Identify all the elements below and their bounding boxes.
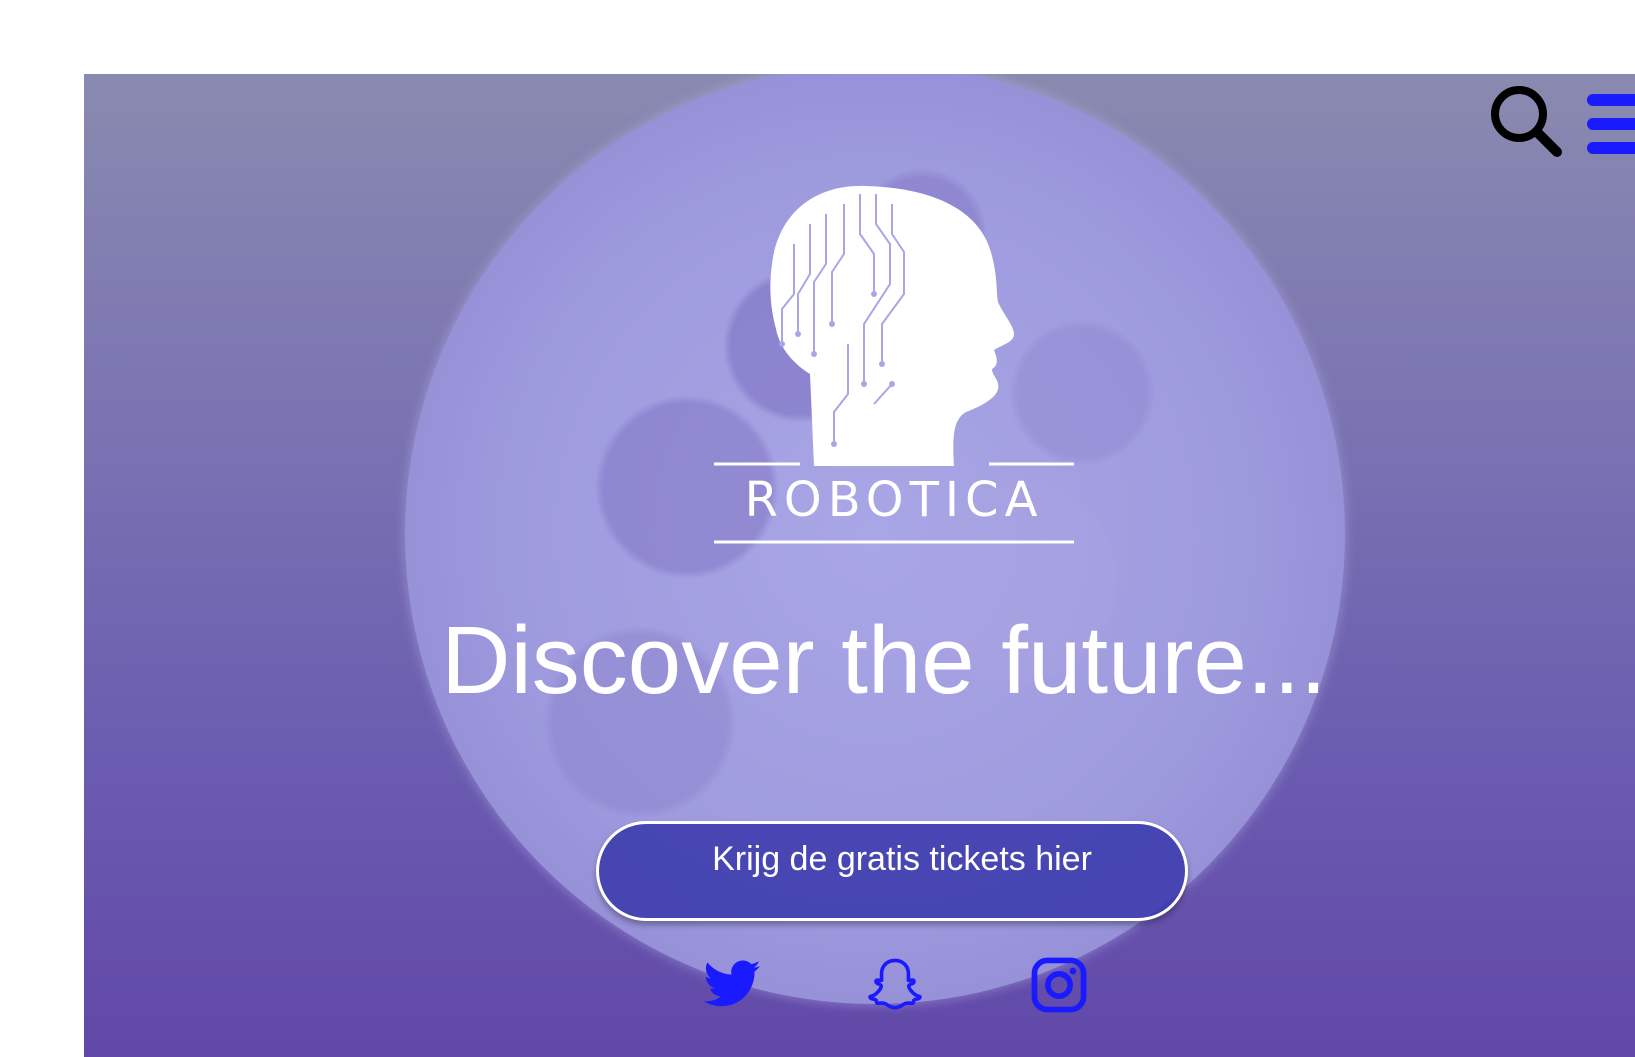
instagram-icon[interactable] (1028, 954, 1090, 1016)
search-icon[interactable] (1487, 82, 1567, 162)
brand-name: ROBOTICA (744, 472, 1044, 528)
get-tickets-button[interactable]: Krijg de gratis tickets hier (596, 821, 1188, 921)
hero-section: ROBOTICA Discover the future... Krijg de… (84, 74, 1635, 1057)
snapchat-icon[interactable] (864, 954, 926, 1016)
hero-tagline: Discover the future... (441, 607, 1327, 714)
get-tickets-button-label: Krijg de gratis tickets hier (712, 839, 1092, 878)
twitter-icon[interactable] (701, 954, 763, 1016)
hamburger-menu-icon[interactable] (1587, 92, 1635, 156)
